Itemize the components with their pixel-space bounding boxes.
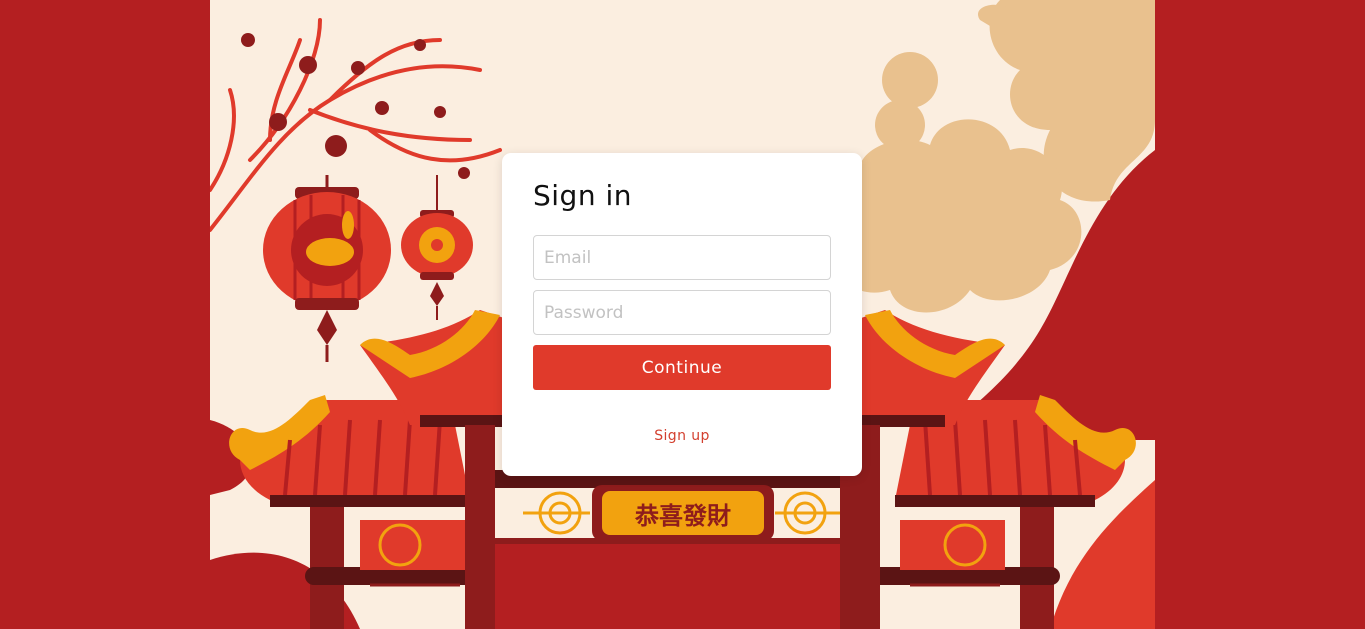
sign-in-card: Sign in Continue Sign up bbox=[502, 153, 862, 476]
sign-up-link[interactable]: Sign up bbox=[502, 428, 862, 444]
continue-button[interactable]: Continue bbox=[533, 345, 831, 390]
page-title: Sign in bbox=[533, 179, 632, 212]
gate-sign-text: 恭喜發財 bbox=[634, 502, 731, 530]
email-field[interactable] bbox=[533, 235, 831, 280]
password-field[interactable] bbox=[533, 290, 831, 335]
